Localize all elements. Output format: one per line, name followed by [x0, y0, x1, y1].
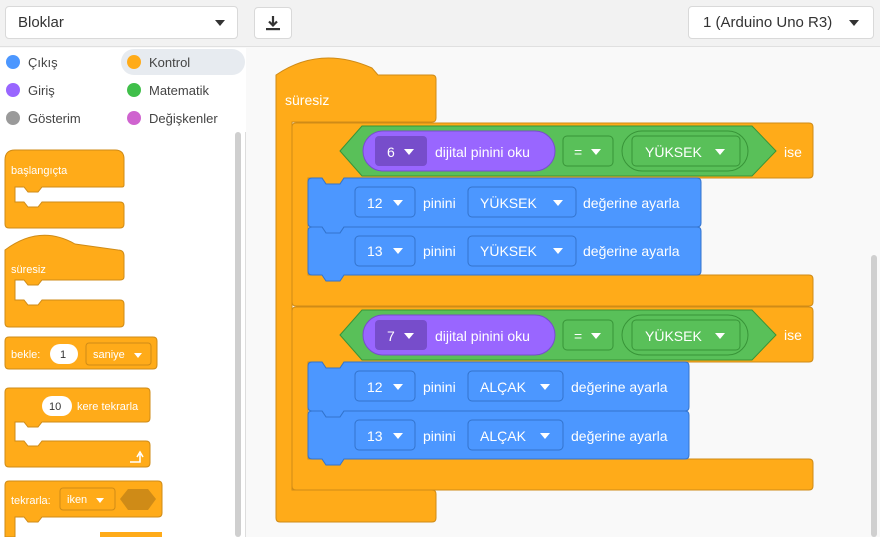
workspace-scrollbar[interactable] — [871, 255, 877, 537]
category-dot-icon — [6, 55, 20, 69]
palette-block-forever[interactable]: süresiz — [4, 234, 125, 328]
operator-value: = — [574, 144, 582, 160]
palette-scrollbar[interactable] — [235, 132, 241, 537]
palette-repeat-value: 10 — [49, 401, 61, 413]
workspace-canvas: süresiz ise 6 dijital pinini oku = YÜKSE… — [275, 57, 814, 523]
category-output[interactable]: Çıkış — [6, 49, 58, 75]
set-pin-block[interactable]: 13 pinini YÜKSEK değerine ayarla — [307, 226, 702, 282]
pin-value: 12 — [367, 195, 383, 211]
palette-wait-value: 1 — [60, 349, 66, 361]
category-label: Giriş — [28, 82, 55, 98]
pin-dropdown[interactable] — [375, 320, 427, 350]
set-label: değerine ayarla — [583, 195, 680, 211]
chevron-down-icon — [849, 19, 859, 26]
digital-read-label: dijital pinini oku — [435, 328, 530, 344]
digital-read-label: dijital pinini oku — [435, 144, 530, 160]
workspace-toolbar: 1 (Arduino Uno R3) — [246, 0, 880, 47]
category-label: Kontrol — [149, 54, 191, 70]
set-label: değerine ayarla — [571, 428, 668, 444]
category-dot-icon — [6, 83, 20, 97]
category-label: Matematik — [149, 82, 209, 98]
chevron-down-icon — [215, 19, 225, 26]
set-label: değerine ayarla — [583, 243, 680, 259]
download-icon — [266, 16, 280, 31]
pin-value: 13 — [367, 428, 383, 444]
category-input[interactable]: Giriş — [6, 77, 55, 103]
operator-value: = — [574, 328, 582, 344]
category-math[interactable]: Matematik — [127, 77, 209, 103]
palette-start-label: başlangıçta — [11, 165, 68, 177]
forever-label: süresiz — [285, 92, 329, 108]
category-label: Çıkış — [28, 54, 58, 70]
pin-value: 6 — [387, 144, 395, 160]
category-dot-icon — [127, 111, 141, 125]
category-list: Çıkış Kontrol Giriş Matematik Gösterim D… — [0, 48, 246, 132]
value-label: YÜKSEK — [480, 194, 537, 211]
set-pin-block[interactable]: 13 pinini ALÇAK değerine ayarla — [307, 410, 690, 466]
pin-dropdown[interactable] — [354, 370, 416, 402]
block-palette: başlangıçta süresiz bekle: 1 saniye 10 k… — [0, 132, 246, 537]
palette-wait-label: bekle: — [11, 349, 40, 361]
blocks-dropdown[interactable]: Bloklar — [5, 6, 238, 39]
palette-repeat-label: kere tekrarla — [77, 401, 139, 413]
pin-value: 7 — [387, 328, 395, 344]
palette-block-start[interactable]: başlangıçta — [4, 149, 125, 229]
palette-wait-unit: saniye — [93, 349, 125, 361]
pin-dropdown[interactable] — [375, 136, 427, 166]
if-then-label: ise — [784, 144, 802, 160]
pin-label: pinini — [423, 195, 456, 211]
palette-canvas: başlangıçta süresiz bekle: 1 saniye 10 k… — [4, 149, 163, 537]
blocks-dropdown-label: Bloklar — [18, 14, 64, 31]
download-button[interactable] — [254, 7, 292, 39]
category-label: Gösterim — [28, 110, 81, 126]
app-root: Bloklar 1 (Arduino Uno R3) Çıkış Kontrol — [0, 0, 880, 537]
category-dot-icon — [127, 83, 141, 97]
palette-forever-label: süresiz — [11, 264, 46, 276]
category-variables[interactable]: Değişkenler — [127, 105, 218, 131]
value-label: ALÇAK — [480, 428, 527, 444]
pin-dropdown[interactable] — [354, 235, 416, 267]
value-label: YÜKSEK — [645, 143, 702, 160]
palette-next-block — [100, 532, 162, 537]
category-control[interactable]: Kontrol — [121, 49, 245, 75]
pin-label: pinini — [423, 379, 456, 395]
pin-dropdown[interactable] — [354, 186, 416, 218]
pin-value: 12 — [367, 379, 383, 395]
palette-repeat-while-label: tekrarla: — [11, 495, 51, 507]
category-dot-icon — [127, 55, 141, 69]
set-label: değerine ayarla — [571, 379, 668, 395]
value-label: ALÇAK — [480, 379, 527, 395]
pin-value: 13 — [367, 243, 383, 259]
workspace: süresiz ise 6 dijital pinini oku = YÜKSE… — [246, 48, 880, 537]
pin-dropdown[interactable] — [354, 419, 416, 451]
operator-dropdown[interactable] — [562, 319, 614, 351]
board-select-label: 1 (Arduino Uno R3) — [703, 14, 833, 31]
category-label: Değişkenler — [149, 110, 218, 126]
palette-block-repeat[interactable]: 10 kere tekrarla — [4, 387, 151, 468]
palette-block-repeat-while[interactable]: tekrarla: iken — [4, 480, 163, 537]
palette-block-wait[interactable]: bekle: 1 saniye — [4, 336, 158, 370]
category-display[interactable]: Gösterim — [6, 105, 81, 131]
set-pin-block[interactable]: 12 pinini YÜKSEK değerine ayarla — [307, 177, 702, 234]
value-label: YÜKSEK — [480, 242, 537, 259]
pin-label: pinini — [423, 243, 456, 259]
if-then-label: ise — [784, 327, 802, 343]
value-label: YÜKSEK — [645, 327, 702, 344]
operator-dropdown[interactable] — [562, 135, 614, 167]
set-pin-block[interactable]: 12 pinini ALÇAK değerine ayarla — [307, 361, 690, 418]
palette-repeat-while-mode: iken — [67, 494, 87, 506]
pin-label: pinini — [423, 428, 456, 444]
toolbox-header: Bloklar — [0, 0, 246, 47]
category-dot-icon — [6, 111, 20, 125]
board-select[interactable]: 1 (Arduino Uno R3) — [688, 6, 874, 39]
